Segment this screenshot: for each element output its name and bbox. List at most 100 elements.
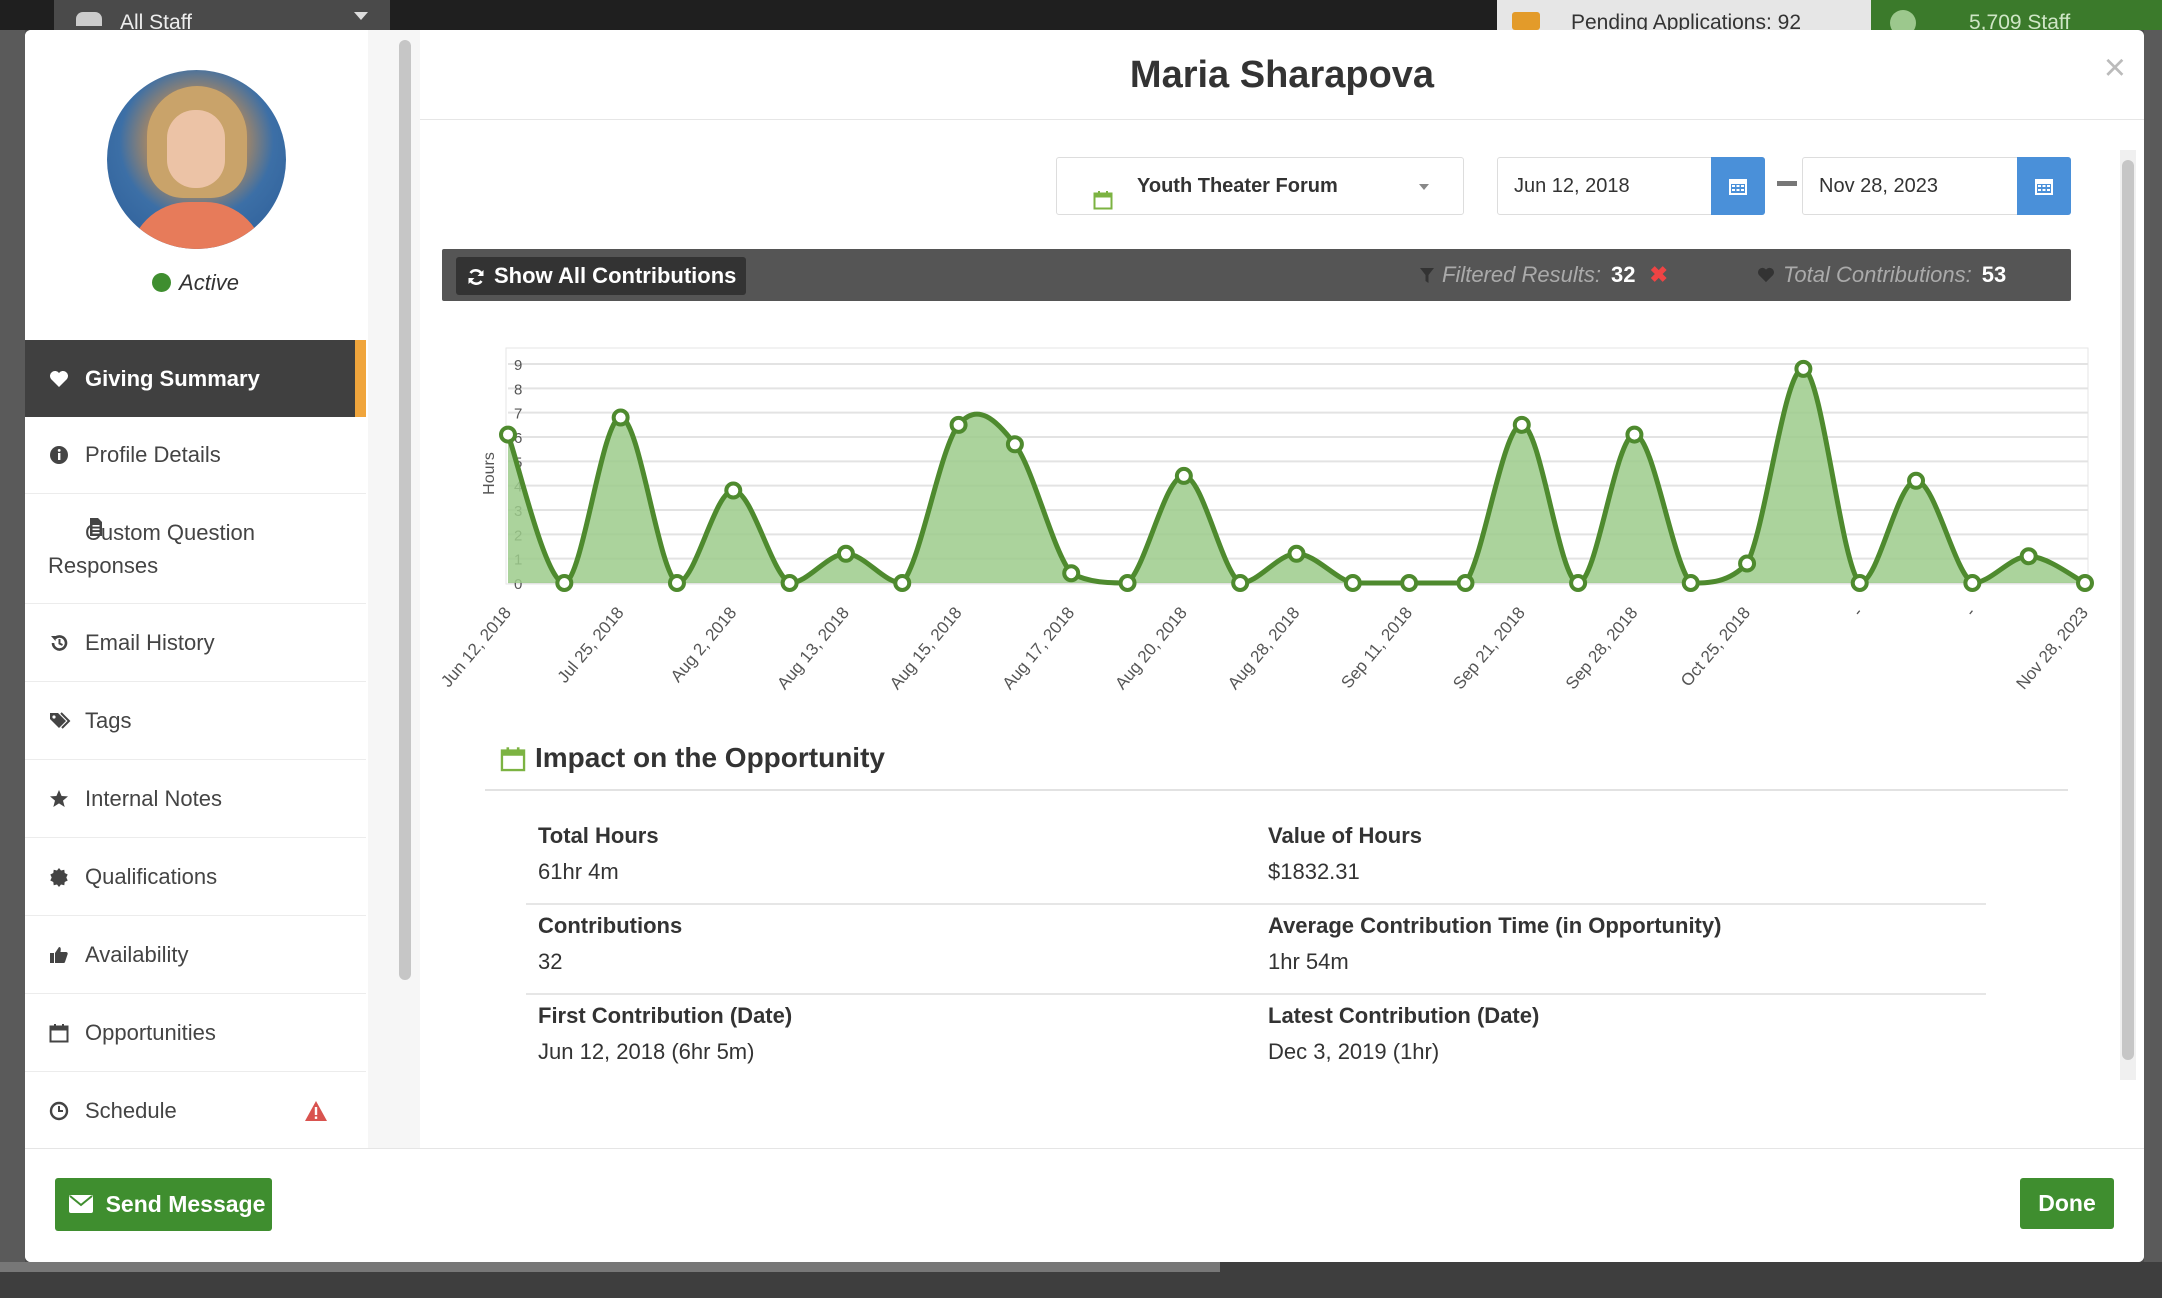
main-scrollbar[interactable] — [2120, 150, 2136, 1080]
calendar-icon — [1729, 179, 1747, 195]
data-point — [1907, 471, 1926, 490]
x-tick-label: Oct 25, 2018 — [1677, 603, 1754, 690]
x-tick-label: Aug 20, 2018 — [1111, 603, 1191, 693]
page-title: Maria Sharapova — [420, 30, 2144, 120]
start-date-field[interactable]: Jun 12, 2018 — [1497, 157, 1765, 215]
history-icon — [49, 633, 69, 653]
stat-label: First Contribution (Date) — [538, 1003, 793, 1028]
x-tick-label: - — [1849, 603, 1867, 620]
clear-filter-icon[interactable]: ✖ — [1649, 262, 1667, 287]
data-point — [2076, 574, 2094, 592]
sidebar-item-giving-summary[interactable]: Giving Summary — [25, 340, 366, 417]
sidebar-item-tags[interactable]: Tags — [25, 682, 366, 760]
data-point — [893, 574, 912, 592]
sidebar-item-custom-questions[interactable]: Custom Question Responses — [25, 494, 366, 604]
calendar-icon — [1093, 176, 1113, 210]
end-date-field[interactable]: Nov 28, 2023 — [1802, 157, 2071, 215]
stat-value: $1832.31 — [1268, 859, 1360, 884]
data-point — [1174, 466, 1193, 485]
sidebar-item-availability[interactable]: Availability — [25, 916, 366, 994]
x-tick-label: Sep 28, 2018 — [1562, 603, 1642, 693]
stat-value: Jun 12, 2018 (6hr 5m) — [538, 1039, 755, 1064]
pending-applications-label: Pending Applications: 92 — [1571, 11, 1802, 30]
y-tick-label: 8 — [514, 381, 522, 398]
data-point — [611, 408, 630, 427]
heart-icon — [49, 369, 69, 389]
data-point — [1569, 574, 1588, 592]
chevron-down-icon — [354, 12, 368, 20]
x-tick-label: Aug 15, 2018 — [886, 603, 966, 693]
filtered-results-label: Filtered Results: — [1442, 262, 1601, 287]
sidebar-item-label: Internal Notes — [85, 785, 222, 811]
sidebar-scrollbar[interactable] — [368, 30, 420, 1148]
sidebar-item-label: Giving Summary — [85, 365, 260, 391]
data-point — [1287, 544, 1306, 563]
sidebar-item-email-history[interactable]: Email History — [25, 604, 366, 682]
x-tick-label: Aug 2, 2018 — [667, 603, 741, 685]
total-contributions-label: Total Contributions: — [1783, 262, 1972, 287]
total-contributions: Total Contributions: 53 — [1757, 249, 2006, 301]
hours-area-chart: 0123456789HoursJun 12, 2018Jul 25, 2018A… — [437, 347, 2094, 693]
impact-section-heading: Impact on the Opportunity — [485, 735, 2068, 791]
backdrop-bottom — [0, 1262, 2162, 1298]
sidebar-item-profile-details[interactable]: Profile Details — [25, 417, 366, 494]
data-point — [667, 574, 686, 592]
x-tick-label: Aug 17, 2018 — [999, 603, 1079, 693]
x-tick-label: Sep 21, 2018 — [1449, 603, 1529, 693]
chevron-down-icon — [1419, 184, 1429, 190]
x-tick-label: - — [1961, 603, 1979, 620]
data-point — [1456, 574, 1475, 592]
pending-applications-button[interactable]: Pending Applications: 92 — [1497, 0, 1871, 30]
sidebar-item-qualifications[interactable]: Qualifications — [25, 838, 366, 916]
contributions-toolbar: Show All Contributions Filtered Results:… — [442, 249, 2071, 301]
status-badge: Active — [25, 270, 366, 296]
start-date-picker-button[interactable] — [1711, 157, 1765, 215]
plus-icon — [1890, 10, 1916, 30]
active-indicator — [355, 340, 366, 417]
applications-icon — [1512, 12, 1540, 30]
sidebar-item-schedule[interactable]: Schedule — [25, 1072, 366, 1150]
close-icon[interactable]: × — [2104, 48, 2126, 88]
data-point — [1625, 425, 1644, 444]
thumbs-up-icon — [49, 945, 69, 965]
send-message-label: Send Message — [105, 1191, 266, 1217]
send-message-button[interactable]: Send Message — [55, 1178, 272, 1231]
sidebar-item-label: Schedule — [85, 1097, 177, 1123]
stat-value: 32 — [538, 949, 563, 974]
modal-footer: Send Message Done — [25, 1148, 2144, 1262]
envelope-icon — [69, 1195, 93, 1213]
sidebar-item-label: Tags — [85, 707, 132, 733]
impact-stats: Total Hours 61hr 4m Value of Hours $1832.3… — [526, 815, 1986, 1085]
stat-average-contribution-time: Average Contribution Time (in Opportunit… — [1256, 905, 1721, 975]
document-icon — [49, 517, 102, 537]
avatar — [107, 70, 286, 249]
stats-row: First Contribution (Date) Jun 12, 2018 (6… — [526, 995, 1986, 1085]
stat-value-of-hours: Value of Hours $1832.31 — [1256, 815, 1422, 885]
data-point — [1400, 574, 1419, 592]
stat-total-hours: Total Hours 61hr 4m — [526, 815, 659, 885]
data-point — [1963, 574, 1982, 592]
opportunity-select[interactable]: Youth Theater Forum — [1056, 157, 1464, 215]
done-button[interactable]: Done — [2020, 1178, 2114, 1229]
add-staff-button[interactable]: 5,709 Staff — [1871, 0, 2162, 30]
backdrop-right — [2144, 30, 2162, 1262]
staff-filter-dropdown[interactable]: All Staff — [54, 0, 390, 30]
filter-icon — [1420, 268, 1434, 283]
sidebar-item-opportunities[interactable]: Opportunities — [25, 994, 366, 1072]
sidebar-item-label: Profile Details — [85, 442, 221, 467]
stat-contributions: Contributions 32 — [526, 905, 682, 975]
y-axis-label: Hours — [481, 452, 498, 495]
data-point — [1738, 554, 1757, 573]
date-range-separator — [1777, 181, 1797, 186]
data-point — [1005, 435, 1024, 454]
stat-label: Latest Contribution (Date) — [1268, 1003, 1540, 1028]
end-date-picker-button[interactable] — [2017, 157, 2071, 215]
sidebar-item-internal-notes[interactable]: Internal Notes — [25, 760, 366, 838]
sidebar-item-label: Email History — [85, 629, 215, 655]
stat-value: 1hr 54m — [1268, 949, 1349, 974]
stats-row: Total Hours 61hr 4m Value of Hours $1832.3… — [526, 815, 1986, 905]
show-all-contributions-button[interactable]: Show All Contributions — [456, 257, 747, 295]
stat-value: Dec 3, 2019 (1hr) — [1268, 1039, 1440, 1064]
heart-icon — [1758, 267, 1774, 283]
sidebar-nav: Giving Summary Profile Details Custom Qu… — [25, 340, 366, 1150]
